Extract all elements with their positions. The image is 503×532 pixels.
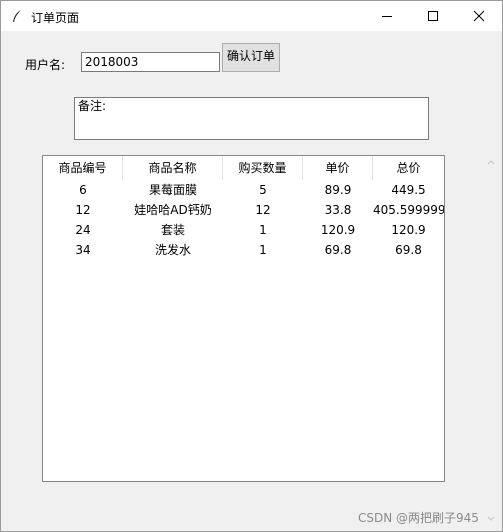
- maximize-button[interactable]: [410, 1, 456, 31]
- minimize-icon: [382, 16, 392, 17]
- watermark: CSDN @两把刷子945: [358, 511, 479, 525]
- table-row[interactable]: 6 果莓面膜 5 89.9 449.5: [43, 180, 444, 200]
- cell-quantity: 1: [259, 243, 267, 257]
- table-row[interactable]: 34 洗发水 1 69.8 69.8: [43, 240, 444, 260]
- cell-item-id: 12: [75, 203, 91, 217]
- window-title: 订单页面: [31, 11, 80, 25]
- order-window: 订单页面 用户名: 2018003 确认订单 备注: 商品编号 商品名称 购买数…: [0, 0, 503, 532]
- cell-total: 449.5: [391, 183, 426, 197]
- cell-quantity: 5: [259, 183, 267, 197]
- maximize-icon: [428, 11, 438, 21]
- close-button[interactable]: [456, 1, 502, 31]
- title-bar[interactable]: 订单页面: [1, 1, 502, 31]
- cell-item-name: 娃哈哈AD钙奶: [134, 203, 212, 217]
- username-input[interactable]: 2018003: [81, 52, 220, 72]
- order-table[interactable]: 商品编号 商品名称 购买数量 单价 总价 6 果莓面膜 5 89.9 449.5…: [42, 155, 445, 482]
- username-label: 用户名:: [25, 58, 66, 72]
- cell-unit-price: 69.8: [324, 243, 352, 257]
- cell-unit-price: 120.9: [320, 223, 356, 237]
- table-row[interactable]: 12 娃哈哈AD钙奶 12 33.8 405.599999: [43, 200, 444, 220]
- header-item-name[interactable]: 商品名称: [123, 156, 223, 180]
- confirm-order-button[interactable]: 确认订单: [222, 43, 280, 72]
- cell-item-name: 套装: [160, 223, 185, 237]
- cell-unit-price: 89.9: [324, 183, 352, 197]
- cell-item-id: 34: [75, 243, 91, 257]
- cell-quantity: 12: [255, 203, 271, 217]
- cell-item-id: 24: [75, 223, 91, 237]
- cell-item-id: 6: [79, 183, 87, 197]
- header-unit-price[interactable]: 单价: [303, 156, 373, 180]
- header-quantity[interactable]: 购买数量: [223, 156, 303, 180]
- minimize-button[interactable]: [364, 1, 410, 31]
- cell-quantity: 1: [259, 223, 267, 237]
- table-row[interactable]: 24 套装 1 120.9 120.9: [43, 220, 444, 240]
- cell-total: 69.8: [395, 243, 422, 257]
- remark-textbox[interactable]: 备注:: [74, 97, 429, 140]
- table-header: 商品编号 商品名称 购买数量 单价 总价: [43, 156, 444, 180]
- feather-icon: [13, 10, 21, 22]
- cell-item-name: 洗发水: [154, 243, 191, 257]
- cell-total: 120.9: [391, 223, 426, 237]
- cell-item-name: 果莓面膜: [148, 183, 197, 197]
- close-icon: [473, 10, 485, 22]
- header-item-id[interactable]: 商品编号: [43, 156, 123, 180]
- cell-total: 405.599999: [373, 203, 444, 217]
- scroll-up-arrow-icon[interactable]: [487, 159, 495, 165]
- cell-unit-price: 33.8: [324, 203, 352, 217]
- scroll-down-arrow-icon[interactable]: [487, 516, 495, 522]
- header-total[interactable]: 总价: [373, 156, 444, 180]
